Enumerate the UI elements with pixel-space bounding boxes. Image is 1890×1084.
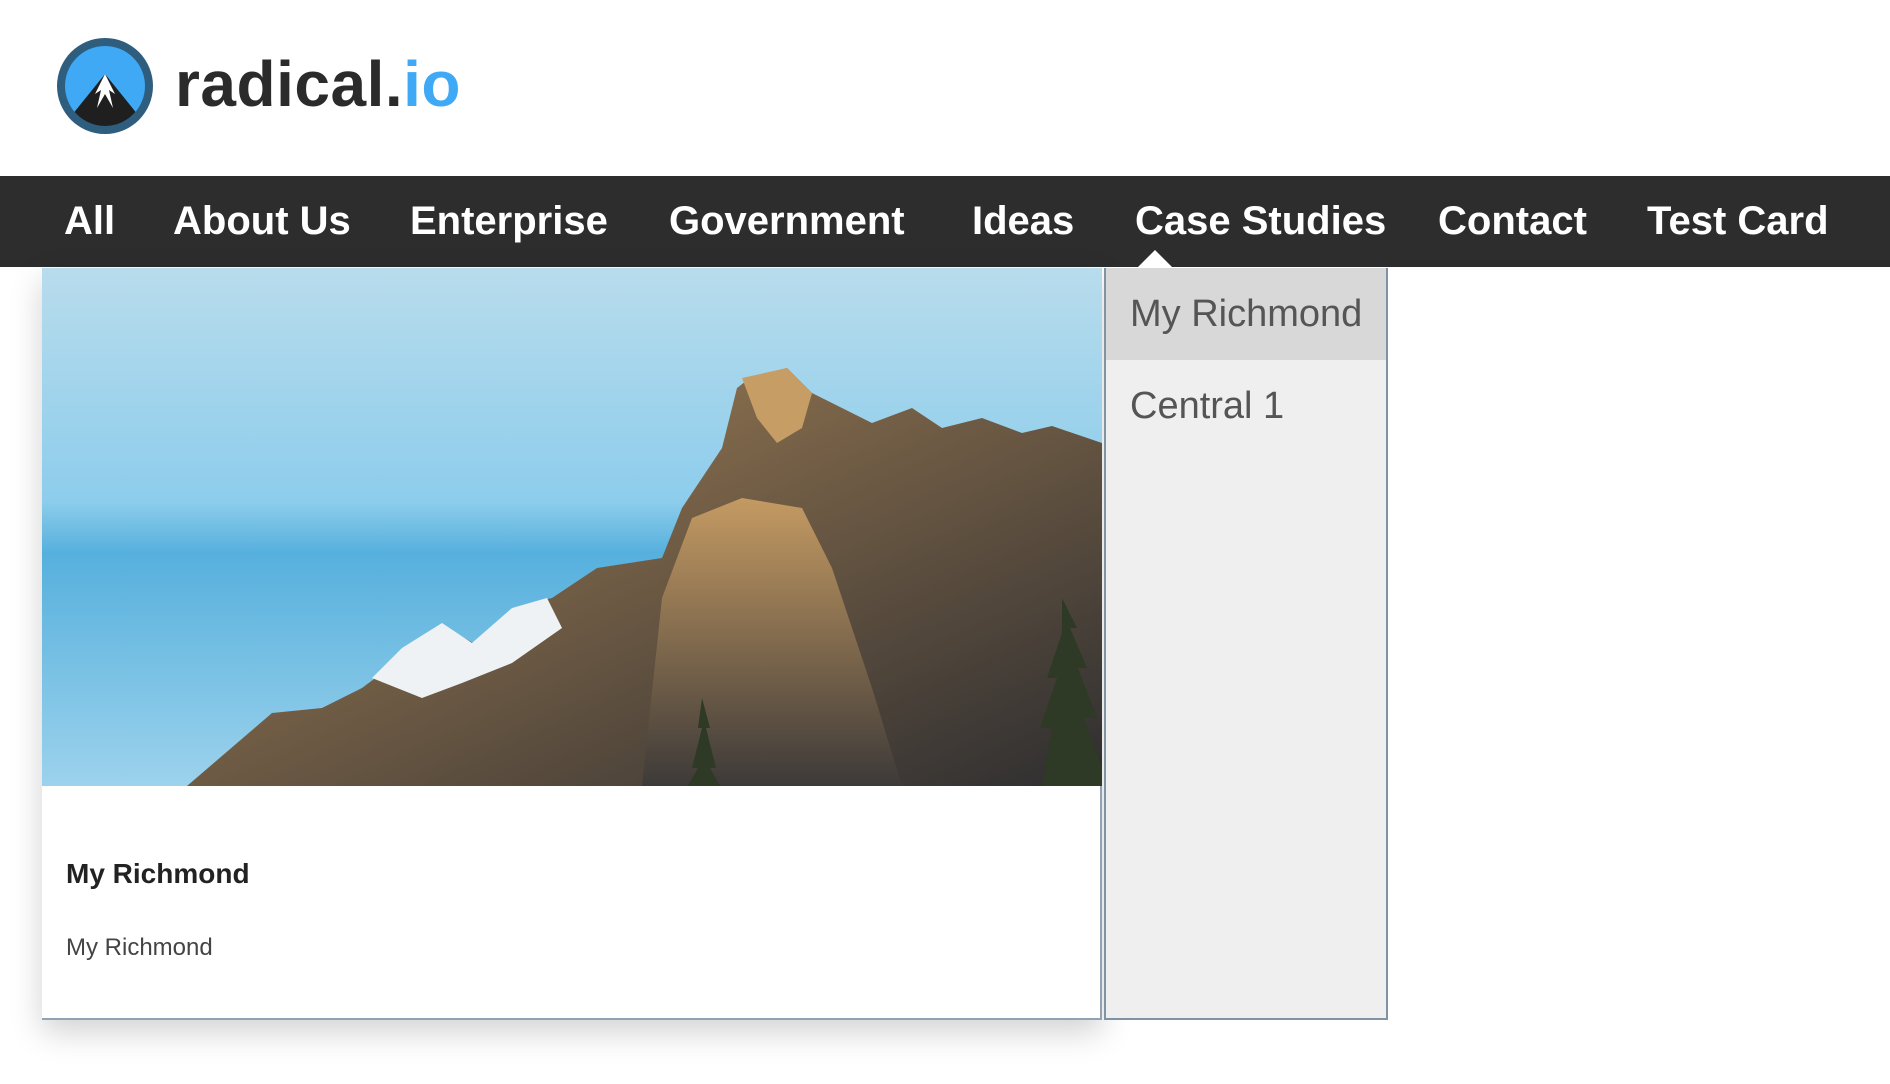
nav-item-contact[interactable]: Contact <box>1438 176 1587 267</box>
nav-item-enterprise[interactable]: Enterprise <box>410 176 608 267</box>
dropdown-item-central-1[interactable]: Central 1 <box>1106 360 1386 452</box>
main-nav: All About Us Enterprise Government Ideas… <box>0 176 1890 267</box>
case-study-card[interactable]: My Richmond My Richmond <box>42 268 1102 1020</box>
card-title[interactable]: My Richmond <box>66 858 250 890</box>
nav-item-about-us[interactable]: About Us <box>173 176 351 267</box>
nav-item-government[interactable]: Government <box>669 176 905 267</box>
nav-item-ideas[interactable]: Ideas <box>972 176 1074 267</box>
brand-wordmark[interactable]: radical.io <box>175 44 461 124</box>
radical-logo-icon[interactable] <box>55 36 155 136</box>
card-description: My Richmond <box>66 934 213 961</box>
nav-item-all[interactable]: All <box>64 176 115 267</box>
case-studies-dropdown: My Richmond Central 1 <box>1104 268 1388 1020</box>
site-header: radical.io <box>0 0 1890 176</box>
brand-name: radical <box>175 48 385 120</box>
dropdown-caret-icon <box>1137 250 1173 268</box>
brand-dot: . <box>384 48 404 120</box>
brand-tld: io <box>403 48 461 120</box>
dropdown-item-my-richmond[interactable]: My Richmond <box>1106 268 1386 360</box>
nav-item-test-card[interactable]: Test Card <box>1647 176 1829 267</box>
card-mountain-image <box>42 268 1102 786</box>
